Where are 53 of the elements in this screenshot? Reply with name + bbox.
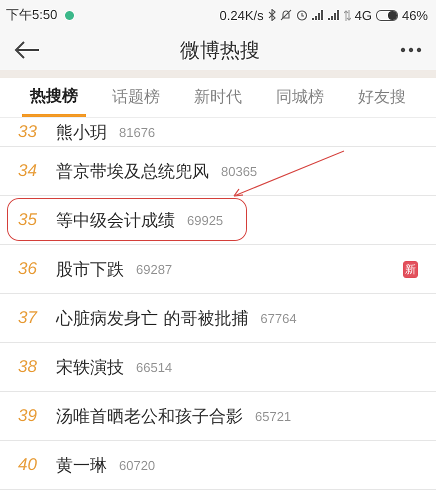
- search-count: 60720: [119, 458, 156, 472]
- topic-title: 汤唯首晒老公和孩子合影: [56, 406, 243, 428]
- more-icon[interactable]: [400, 47, 422, 53]
- data-arrows-icon: [344, 10, 351, 20]
- topic-title: 普京带埃及总统兜风: [56, 160, 209, 182]
- rank-number: 37: [18, 308, 38, 328]
- hot-search-item[interactable]: 33 熊小玥 81676: [0, 118, 436, 147]
- network-speed: 0.24K/s: [220, 8, 264, 22]
- hot-search-item[interactable]: 36 股市下跌 69287 新: [0, 245, 436, 294]
- hot-search-item[interactable]: 38 宋轶演技 66514: [0, 343, 436, 392]
- new-badge: 新: [403, 260, 418, 278]
- topic-title: 熊小玥: [56, 122, 107, 144]
- notification-dot-icon: [65, 10, 74, 20]
- tab[interactable]: 同城榜: [268, 78, 332, 117]
- search-count: 69925: [187, 212, 224, 228]
- search-count: 66514: [136, 360, 172, 374]
- back-arrow-icon[interactable]: [14, 41, 40, 59]
- signal-icon: [328, 10, 340, 20]
- rank-number: 35: [18, 210, 38, 230]
- mute-bell-icon: [280, 9, 292, 21]
- topic-title: 股市下跌: [56, 258, 124, 280]
- hot-search-item[interactable]: 37 心脏病发身亡 的哥被批捕 67764: [0, 294, 436, 343]
- tab[interactable]: 新时代: [186, 78, 250, 117]
- topic-title: 等中级会计成绩: [56, 210, 175, 232]
- tab[interactable]: 好友搜: [350, 78, 414, 117]
- battery-percent: 46%: [402, 8, 428, 22]
- search-count: 65721: [255, 408, 292, 424]
- search-count: 67764: [260, 310, 297, 326]
- topic-title: 黄一琳: [56, 454, 107, 476]
- bluetooth-icon: [268, 9, 276, 21]
- battery-icon: [376, 10, 398, 20]
- tab[interactable]: 话题榜: [104, 78, 168, 117]
- signal-icon: [312, 10, 324, 20]
- network-type: 4G: [354, 8, 372, 22]
- rank-number: 40: [18, 455, 38, 475]
- search-count: 80365: [221, 164, 258, 178]
- alarm-icon: [296, 9, 308, 21]
- hot-search-item[interactable]: 39 汤唯首晒老公和孩子合影 65721: [0, 392, 436, 441]
- status-time: 下午5:50: [6, 6, 58, 24]
- page-title: 微博热搜: [180, 36, 260, 64]
- rank-number: 39: [18, 406, 38, 426]
- topic-title: 宋轶演技: [56, 356, 124, 378]
- search-count: 81676: [119, 124, 156, 140]
- hot-search-item[interactable]: 34 普京带埃及总统兜风 80365: [0, 147, 436, 196]
- rank-number: 38: [18, 357, 38, 377]
- rank-number: 33: [18, 122, 38, 142]
- search-count: 69287: [136, 262, 172, 276]
- rank-number: 34: [18, 161, 38, 181]
- rank-number: 36: [18, 259, 38, 279]
- tab[interactable]: 热搜榜: [22, 78, 86, 117]
- hot-search-item[interactable]: 40 黄一琳 60720: [0, 441, 436, 490]
- hot-search-item[interactable]: 35 等中级会计成绩 69925: [0, 196, 436, 245]
- topic-title: 心脏病发身亡 的哥被批捕: [56, 308, 248, 330]
